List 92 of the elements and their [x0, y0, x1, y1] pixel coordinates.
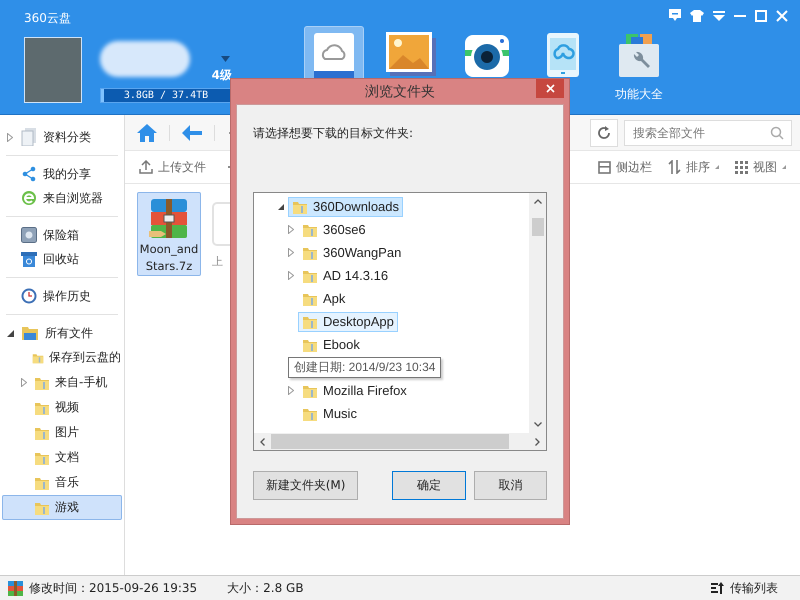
dialog-title: 浏览文件夹	[365, 82, 435, 100]
vertical-scrollbar[interactable]	[529, 193, 546, 433]
upload-icon	[139, 160, 153, 174]
file-name: 上	[212, 254, 223, 269]
collapse-arrow-icon[interactable]	[278, 204, 284, 210]
tree-item[interactable]: Ebook	[298, 334, 364, 354]
scrollbar-thumb[interactable]	[532, 218, 544, 236]
documents-icon	[21, 128, 37, 146]
refresh-button[interactable]	[590, 118, 618, 146]
avatar-placeholder	[24, 37, 82, 103]
tree-item[interactable]: Mozilla Firefox	[298, 380, 411, 400]
feedback-icon[interactable]	[669, 9, 681, 22]
safe-icon	[21, 227, 37, 243]
sidebar-item[interactable]: 所有文件	[0, 321, 124, 345]
scroll-left-icon[interactable]	[260, 438, 265, 446]
tree-item[interactable]: 360Downloads	[288, 196, 404, 216]
maximize-icon[interactable]	[755, 10, 767, 22]
expand-arrow-icon[interactable]	[21, 378, 27, 387]
toolbox-icon	[618, 32, 660, 78]
tree-item[interactable]: Music	[298, 404, 361, 424]
sidebar-item[interactable]: 保险箱	[0, 223, 124, 247]
folder-icon	[21, 325, 39, 341]
browser-icon	[21, 190, 37, 206]
collapse-arrow-icon[interactable]	[7, 330, 14, 336]
expand-arrow-icon[interactable]	[288, 271, 294, 280]
search-field[interactable]: 搜索全部文件	[624, 120, 792, 146]
caret-icon[interactable]	[221, 56, 230, 62]
scroll-up-icon[interactable]	[534, 199, 542, 204]
cloud-drive-icon	[312, 31, 356, 81]
folder-item[interactable]: 音乐	[2, 470, 122, 495]
scrollbar-thumb[interactable]	[271, 434, 509, 449]
expand-arrow-icon[interactable]	[288, 386, 294, 395]
menu-icon[interactable]	[713, 10, 725, 22]
sidebar-item[interactable]: 操作历史	[0, 284, 124, 308]
archive-icon	[8, 580, 23, 596]
toolbar-button[interactable]: 视图	[731, 158, 790, 176]
sidebar-icon	[598, 160, 611, 174]
folder-item[interactable]: 来自-手机	[2, 370, 122, 395]
transfer-icon	[711, 582, 724, 594]
dropdown-corner-icon	[715, 165, 719, 169]
share-icon	[21, 166, 37, 182]
expand-arrow-icon[interactable]	[288, 248, 294, 257]
dialog-button[interactable]: 新建文件夹(M)	[253, 471, 358, 500]
close-icon	[546, 84, 554, 93]
quota-text: 3.8GB / 37.4TB	[124, 90, 208, 101]
sort-icon	[668, 160, 681, 174]
camera-icon	[464, 32, 510, 78]
toolbar-button[interactable]: 排序	[664, 158, 723, 176]
shirt-icon[interactable]	[690, 10, 704, 22]
horizontal-scrollbar[interactable]	[254, 433, 546, 450]
tree-item[interactable]: 360se6	[298, 220, 370, 240]
dialog-button[interactable]: 取消	[474, 471, 547, 500]
folder-item[interactable]: 图片	[2, 420, 122, 445]
upload-button[interactable]: 上传文件	[135, 158, 210, 176]
close-button[interactable]	[536, 79, 564, 98]
transfer-list-button[interactable]: 传输列表	[705, 578, 784, 598]
scroll-right-icon[interactable]	[535, 438, 540, 446]
sidebar-item[interactable]: 资料分类	[0, 125, 124, 149]
back-arrow-icon[interactable]	[182, 124, 202, 140]
account-level: 4级	[212, 67, 232, 84]
folder-item[interactable]: 文档	[2, 445, 122, 470]
app-title: 360云盘	[24, 10, 72, 27]
file-size: 大小：2.8 GB	[227, 580, 304, 596]
search-icon	[770, 126, 784, 140]
refresh-icon	[597, 126, 611, 140]
toolbar-button[interactable]: 侧边栏	[594, 158, 656, 176]
tree-item[interactable]: AD 14.3.16	[298, 266, 392, 286]
file-tile[interactable]: Moon_and Stars.7z	[137, 192, 201, 276]
folder-item[interactable]: 保存到云盘的	[2, 345, 122, 370]
sidebar-item[interactable]: 回收站	[0, 247, 124, 271]
tree-item[interactable]: 360WangPan	[298, 242, 406, 262]
expand-arrow-icon[interactable]	[7, 132, 13, 142]
modified-time: 修改时间：2015-09-26 19:35	[29, 580, 198, 596]
tooltip: 创建日期: 2014/9/23 10:34	[288, 357, 442, 378]
trash-icon	[21, 251, 37, 267]
dropdown-corner-icon	[782, 165, 786, 169]
sidebar-item[interactable]: 我的分享	[0, 162, 124, 186]
folder-item[interactable]: 视频	[2, 395, 122, 420]
grid-icon	[735, 160, 748, 174]
tile-label: 功能大全	[615, 86, 663, 103]
close-icon[interactable]	[776, 10, 788, 22]
sidebar-item[interactable]: 来自浏览器	[0, 186, 124, 210]
tree-item[interactable]: Apk	[298, 288, 350, 308]
phone-cloud-icon	[546, 32, 580, 78]
dialog-button[interactable]: 确定	[392, 471, 466, 500]
home-icon[interactable]	[137, 124, 157, 142]
dialog-prompt: 请选择想要下载的目标文件夹:	[253, 125, 414, 142]
expand-arrow-icon[interactable]	[288, 225, 294, 234]
scroll-down-icon[interactable]	[534, 422, 542, 427]
folder-item[interactable]: 游戏	[2, 495, 122, 520]
clock-icon	[21, 288, 37, 304]
tree-item[interactable]: DesktopApp	[298, 312, 398, 332]
